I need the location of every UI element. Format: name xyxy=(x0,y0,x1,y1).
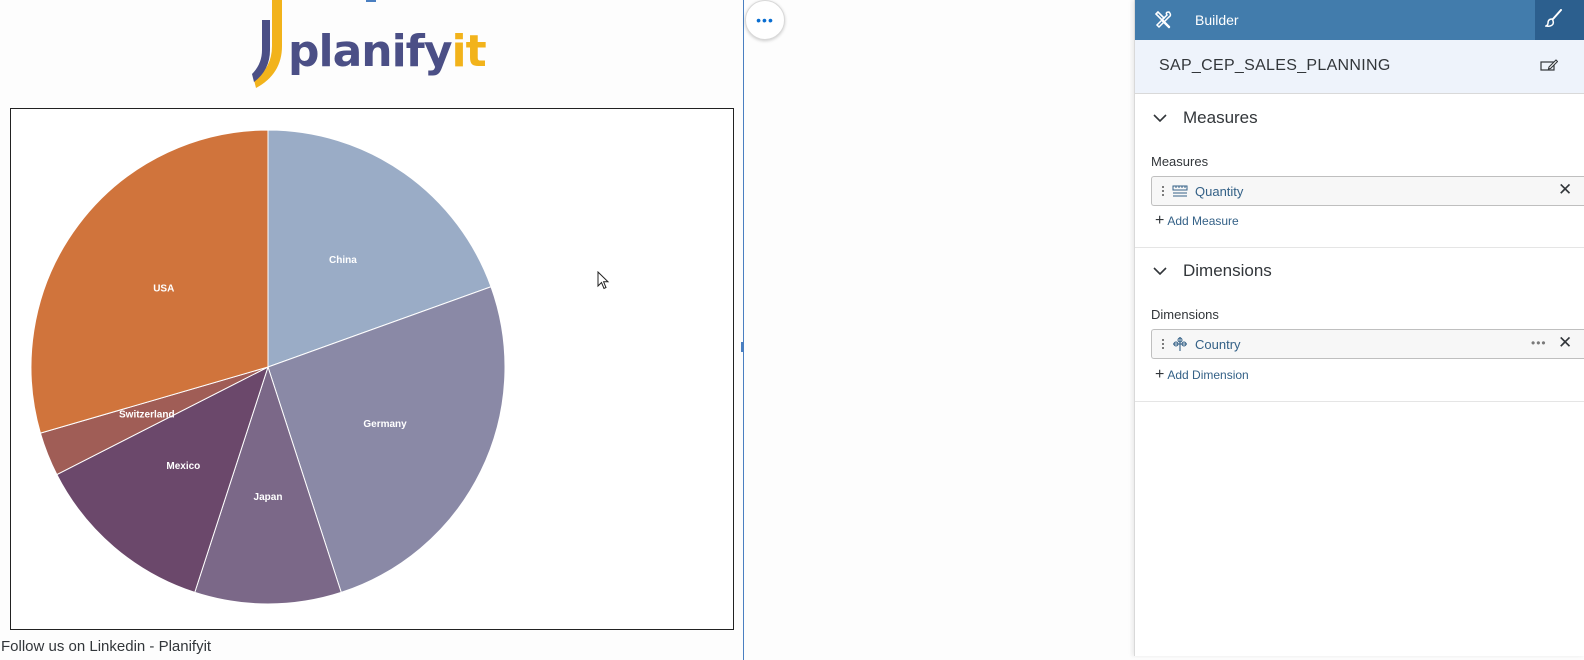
story-canvas: planifyit China Germany Japan Mexico Switzer… xyxy=(0,0,1134,660)
measures-section-title: Measures xyxy=(1183,108,1258,127)
pie-label-china: China xyxy=(329,255,357,266)
measures-section-header[interactable]: Measures xyxy=(1135,95,1584,141)
add-dimension-link[interactable]: + Add Dimension xyxy=(1155,366,1249,384)
dimensions-section-header[interactable]: Dimensions xyxy=(1135,248,1584,294)
remove-measure-icon[interactable]: ✕ xyxy=(1558,180,1572,200)
linkedin-footer-link[interactable]: Follow us on Linkedin - Planifyit xyxy=(1,638,211,655)
pie-label-germany: Germany xyxy=(363,419,407,430)
measures-field-label: Measures xyxy=(1151,154,1209,169)
chevron-down-icon xyxy=(1153,114,1167,122)
drag-handle-icon[interactable] xyxy=(1162,186,1164,196)
dimension-icon xyxy=(1172,336,1188,352)
section-divider xyxy=(1135,401,1584,402)
add-dimension-label: Add Dimension xyxy=(1167,368,1249,382)
dimension-token-country[interactable]: Country ••• ✕ xyxy=(1151,329,1584,359)
model-name: SAP_CEP_SALES_PLANNING xyxy=(1159,57,1391,74)
add-measure-link[interactable]: + Add Measure xyxy=(1155,212,1239,230)
builder-panel: Builder SAP_CEP_SALES_PLANNING Measures … xyxy=(1134,0,1584,656)
planifyit-logo: planifyit xyxy=(250,0,487,92)
remove-dimension-icon[interactable]: ✕ xyxy=(1558,333,1572,353)
pie-chart: China Germany Japan Mexico Switzerland USA xyxy=(30,129,506,605)
right-resize-handle[interactable] xyxy=(741,342,743,352)
chevron-down-icon xyxy=(1153,267,1167,275)
model-bar: SAP_CEP_SALES_PLANNING xyxy=(1135,40,1584,94)
panel-header: Builder xyxy=(1135,0,1584,40)
dimensions-section-title: Dimensions xyxy=(1183,261,1272,280)
pie-label-mexico: Mexico xyxy=(166,461,200,472)
logo-mark-icon xyxy=(252,0,282,88)
measure-token-label: Quantity xyxy=(1195,183,1244,199)
edit-model-icon[interactable] xyxy=(1540,58,1559,77)
logo-wordmark: planifyit xyxy=(288,26,487,77)
dimension-more-icon[interactable]: ••• xyxy=(1531,336,1547,350)
tab-builder-label: Builder xyxy=(1195,12,1239,28)
drag-handle-icon[interactable] xyxy=(1162,339,1164,349)
more-options-button[interactable]: ••• xyxy=(745,0,785,40)
tab-styling[interactable] xyxy=(1535,0,1584,40)
mouse-cursor-icon xyxy=(597,271,610,290)
pie-label-japan: Japan xyxy=(254,492,283,503)
add-measure-label: Add Measure xyxy=(1167,214,1239,228)
paintbrush-icon xyxy=(1543,8,1563,32)
plus-icon: + xyxy=(1155,366,1165,383)
ruler-icon xyxy=(1172,185,1188,197)
pie-label-switzerland: Switzerland xyxy=(119,410,175,421)
plus-icon: + xyxy=(1155,212,1165,229)
pie-chart-widget[interactable]: China Germany Japan Mexico Switzerland USA xyxy=(10,108,734,630)
pie-label-usa: USA xyxy=(153,283,174,294)
tab-builder[interactable]: Builder xyxy=(1135,0,1535,40)
dimensions-field-label: Dimensions xyxy=(1151,307,1219,322)
tools-icon xyxy=(1155,11,1175,29)
dimension-token-label: Country xyxy=(1195,336,1241,352)
measure-token-quantity[interactable]: Quantity ✕ xyxy=(1151,176,1584,206)
